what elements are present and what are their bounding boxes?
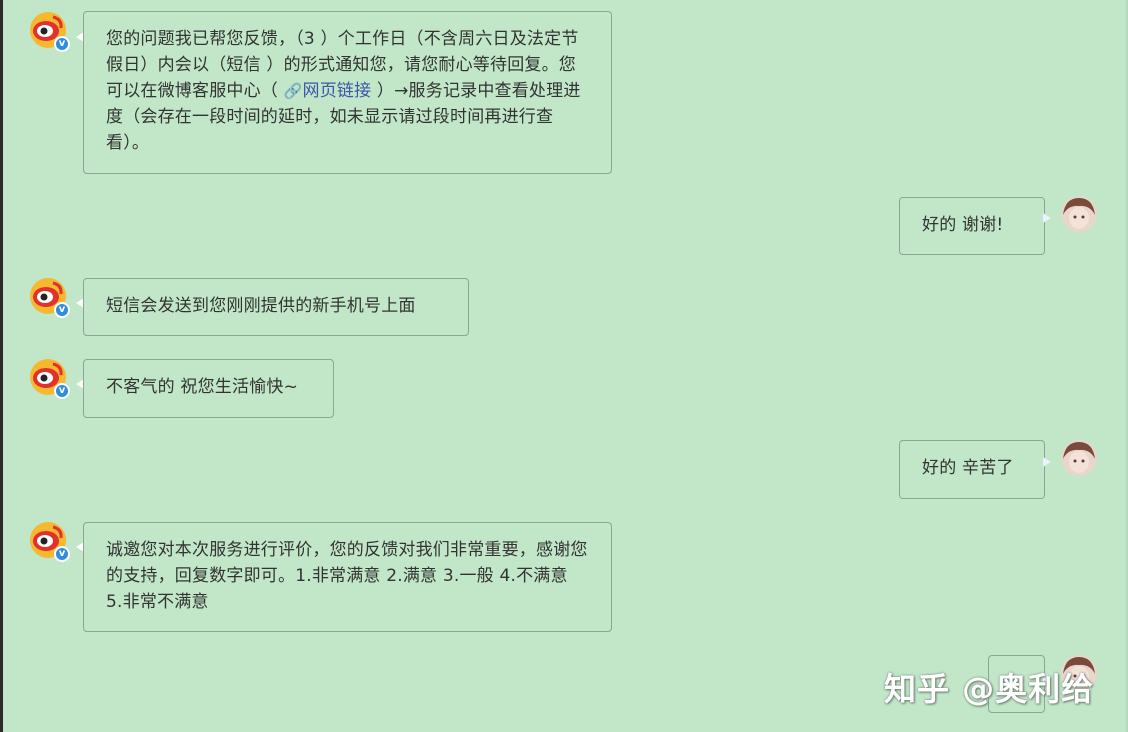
user-avatar[interactable] (1060, 439, 1098, 477)
message-bubble-service[interactable]: 不客气的 祝您生活愉快~ (83, 359, 334, 418)
message-bubble-user[interactable]: 好的 辛苦了 (899, 440, 1045, 499)
service-avatar[interactable]: v (29, 277, 70, 318)
message-text: 不客气的 祝您生活愉快~ (106, 377, 299, 397)
service-avatar[interactable]: v (29, 11, 70, 52)
service-avatar[interactable]: v (29, 521, 70, 562)
window-left-edge (0, 0, 3, 732)
message-text: 短信会发送到您刚刚提供的新手机号上面 (106, 296, 416, 316)
message-bubble-service[interactable]: 短信会发送到您刚刚提供的新手机号上面 (83, 278, 469, 336)
anime-avatar-icon (1061, 440, 1097, 476)
message-text: 诚邀您对本次服务进行评价，您的反馈对我们非常重要，感谢您的支持，回复数字即可。1… (106, 540, 588, 612)
message-text: 好的 谢谢! (922, 215, 1004, 235)
bubble-tail (1043, 457, 1051, 467)
message-bubble-service[interactable]: 您的问题我已帮您反馈，（3 ）个工作日（不含周六日及法定节假日）内会以（短信 ）… (83, 11, 612, 174)
user-avatar[interactable] (1060, 195, 1098, 233)
service-avatar[interactable]: v (29, 358, 70, 399)
link-icon[interactable]: 🔗 (284, 82, 303, 100)
bubble-tail (1043, 213, 1051, 223)
message-bubble-service[interactable]: 诚邀您对本次服务进行评价，您的反馈对我们非常重要，感谢您的支持，回复数字即可。1… (83, 522, 612, 632)
message-bubble-user[interactable]: 好的 谢谢! (899, 197, 1045, 255)
verified-badge-icon: v (54, 383, 70, 399)
zhihu-watermark: 知乎 @奥利给 (884, 670, 1095, 708)
message-text: 好的 辛苦了 (922, 458, 1014, 478)
verified-badge-icon: v (54, 302, 70, 318)
anime-avatar-icon (1061, 196, 1097, 232)
web-link[interactable]: 网页链接 (303, 81, 372, 101)
verified-badge-icon: v (54, 36, 70, 52)
verified-badge-icon: v (54, 546, 70, 562)
